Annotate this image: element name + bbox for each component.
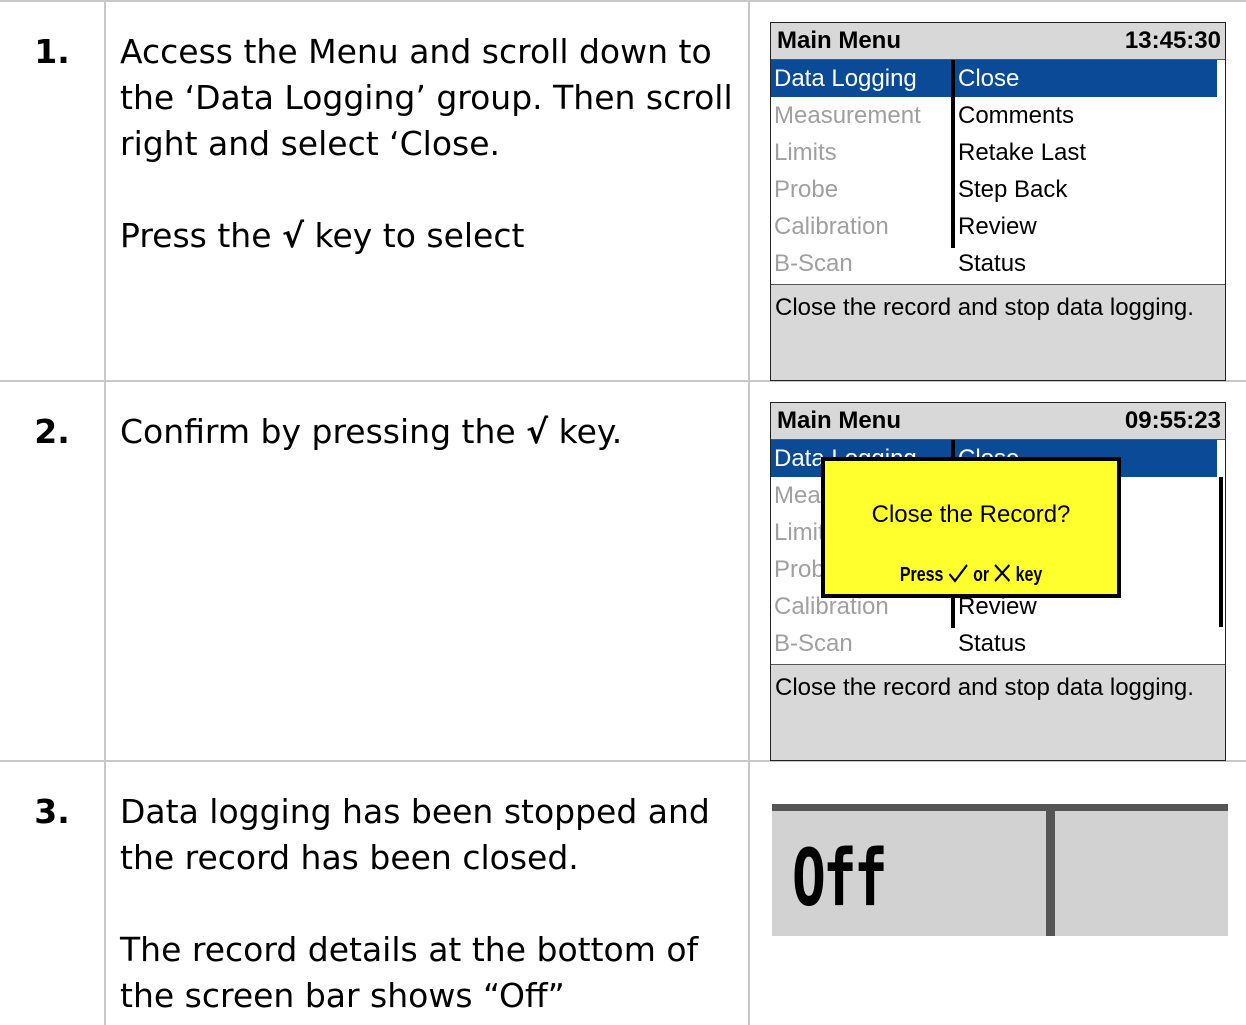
menu-item-comments[interactable]: Comments [955, 97, 1225, 134]
screen-title: Main Menu [777, 407, 901, 434]
check-key-symbol: √ [526, 412, 549, 451]
menu-item-close[interactable]: Close [955, 60, 1217, 97]
step-number: 3. [0, 760, 106, 1025]
step-text-key: Confirm by pressing the √ key. [120, 412, 623, 451]
cross-icon[interactable] [994, 563, 1012, 583]
step-row-2: 2. Confirm by pressing the √ key. Main M… [0, 380, 1246, 762]
record-status-value: Off [792, 834, 888, 924]
step-screenshot: Main Menu 09:55:23 Data Logging Measurem… [748, 380, 1246, 762]
menu-item-status[interactable]: Status [955, 245, 1225, 282]
menu-group-calibration[interactable]: Calibration [771, 208, 951, 245]
dialog-hint: Press or key [899, 563, 1043, 586]
menu-group-probe[interactable]: Probe [771, 171, 951, 208]
scrollbar[interactable] [1219, 477, 1223, 627]
step-text-key: Press the √ key to select [120, 216, 525, 255]
device-screen-main-menu: Main Menu 13:45:30 Data Logging Measurem… [770, 22, 1226, 381]
menu-item-retake-last[interactable]: Retake Last [955, 134, 1225, 171]
menu-group-b-scan[interactable]: B-Scan [771, 245, 951, 282]
screen-clock: 13:45:30 [1124, 27, 1221, 54]
status-bar-divider [1046, 804, 1055, 936]
status-bar-border [772, 804, 1228, 811]
menu-groups: Data Logging Measurement Limits Probe Ca… [771, 60, 951, 282]
step-text: Data logging has been stopped and the re… [120, 792, 710, 877]
menu-group-data-logging[interactable]: Data Logging [771, 60, 951, 97]
screen-clock: 09:55:23 [1124, 407, 1221, 434]
step-instructions: Access the Menu and scroll down to the ‘… [104, 0, 750, 382]
screen-header: Main Menu 09:55:23 [771, 403, 1225, 440]
confirm-dialog: Close the Record? Press or key [821, 457, 1121, 598]
step-row-1: 1. Access the Menu and scroll down to th… [0, 0, 1246, 382]
device-screen-confirm: Main Menu 09:55:23 Data Logging Measurem… [770, 402, 1226, 761]
step-number: 2. [0, 380, 106, 762]
screen-help-text: Close the record and stop data logging. [771, 664, 1225, 760]
step-text: Access the Menu and scroll down to the ‘… [120, 32, 733, 163]
screen-help-text: Close the record and stop data logging. [771, 284, 1225, 380]
screen-title: Main Menu [777, 27, 901, 54]
menu-body: Data Logging Measurement Limits Probe Ca… [771, 60, 1225, 284]
menu-item-step-back[interactable]: Step Back [955, 171, 1225, 208]
record-status-bar: Off [772, 804, 1228, 936]
step-screenshot: Off [748, 760, 1246, 1025]
step-text: The record details at the bottom of the … [120, 930, 699, 1015]
menu-item-review[interactable]: Review [955, 208, 1225, 245]
menu-item-status[interactable]: Status [955, 625, 1225, 662]
step-screenshot: Main Menu 13:45:30 Data Logging Measurem… [748, 0, 1246, 382]
step-number: 1. [0, 0, 106, 382]
menu-group-limits[interactable]: Limits [771, 134, 951, 171]
instruction-table: 1. Access the Menu and scroll down to th… [0, 0, 1246, 1025]
check-icon[interactable] [948, 563, 969, 583]
step-instructions: Confirm by pressing the √ key. [104, 380, 750, 762]
step-instructions: Data logging has been stopped and the re… [104, 760, 750, 1025]
menu-group-measurement[interactable]: Measurement [771, 97, 951, 134]
dialog-title: Close the Record? [871, 501, 1071, 528]
screen-header: Main Menu 13:45:30 [771, 23, 1225, 60]
check-key-symbol: √ [282, 216, 305, 255]
step-row-3: 3. Data logging has been stopped and the… [0, 760, 1246, 1025]
menu-group-b-scan[interactable]: B-Scan [771, 625, 951, 662]
menu-body: Data Logging Measurement Limits Probe Ca… [771, 440, 1225, 664]
menu-items: Close Comments Retake Last Step Back Rev… [955, 60, 1225, 282]
